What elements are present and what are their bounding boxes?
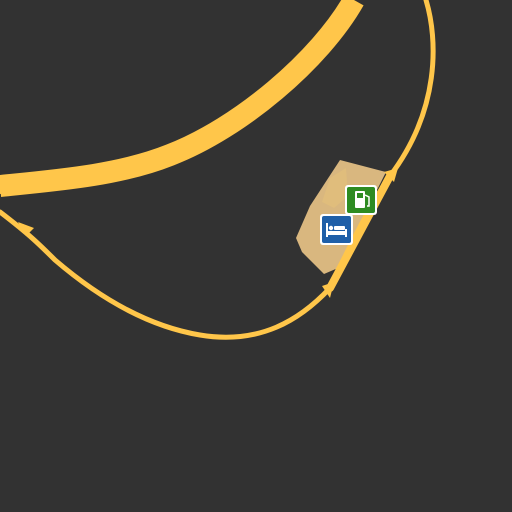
fuel-station-poi[interactable] (345, 185, 377, 215)
map-background (0, 0, 512, 512)
map-canvas[interactable] (0, 0, 512, 512)
hotel-poi[interactable] (320, 214, 353, 245)
